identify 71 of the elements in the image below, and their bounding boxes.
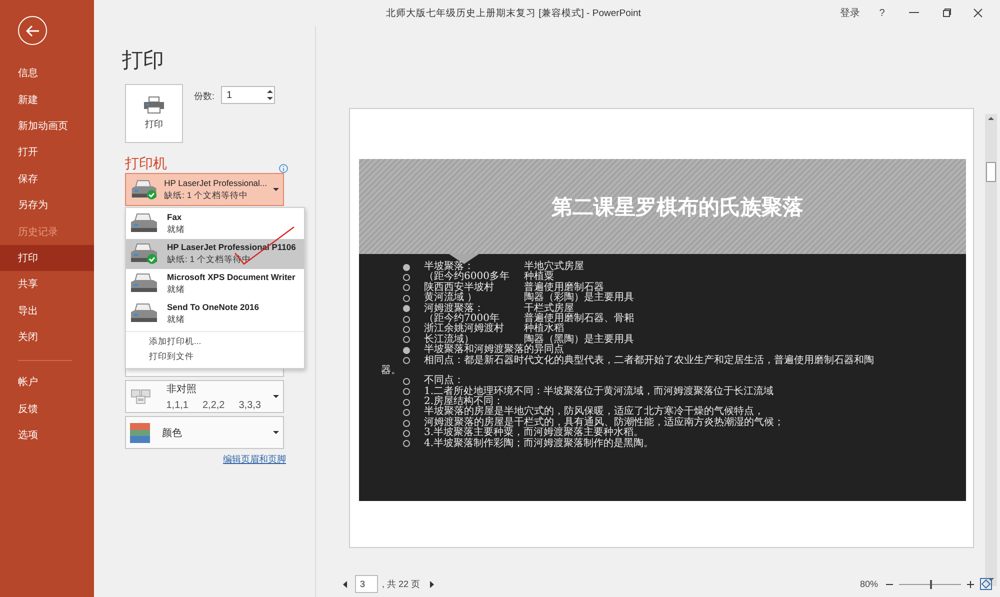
sidebar-item[interactable]: 打印	[0, 244, 94, 272]
slide-text: 半地穴式房屋	[524, 262, 584, 272]
sidebar-item[interactable]: 导出	[0, 298, 94, 324]
back-button[interactable]	[18, 16, 47, 45]
fit-page-icon[interactable]	[980, 578, 992, 590]
slide-text: （距今约7000年	[424, 314, 500, 324]
slide-text: 器。	[381, 366, 401, 376]
slide-text: 黄河流域 ）	[424, 293, 478, 304]
printer-icon	[143, 96, 165, 114]
scrollbar-thumb[interactable]	[986, 162, 996, 182]
print-button[interactable]: 打印	[125, 84, 183, 143]
sidebar-item[interactable]: 关闭	[0, 324, 94, 350]
printer-dropdown[interactable]: HP LaserJet Professional... 缺纸: 1 个文档等待中	[125, 173, 284, 206]
slide-text: 陶器（黑陶）是主要用具	[524, 334, 634, 345]
zoom-in-icon[interactable]	[967, 580, 974, 588]
sidebar-item[interactable]: 帐户	[0, 369, 94, 396]
scroll-up-icon[interactable]	[987, 114, 995, 122]
printer-menu-item[interactable]: Microsoft XPS Document Writer 就绪	[126, 269, 304, 299]
vertical-scrollbar[interactable]	[985, 114, 997, 586]
info-icon	[279, 164, 288, 173]
previous-page-button[interactable]	[341, 579, 349, 589]
slide-text: 3.半坡聚落主要种粟，而河姆渡聚落主要种水稻。	[424, 428, 644, 438]
printer-menu-item[interactable]: Send To OneNote 2016 就绪	[126, 299, 304, 329]
slide-text: 河姆渡聚落的房屋是干栏式的，具有通风、防潮性能，适应南方炎热潮湿的气候；	[424, 418, 784, 428]
slide-text: 干栏式房屋	[524, 304, 574, 314]
menu-action[interactable]: 添加打印机...	[126, 334, 202, 349]
sidebar-item[interactable]: 另存为	[0, 192, 94, 218]
collate-dropdown[interactable]: 非对照 1,1,1 2,2,2 3,3,3	[125, 380, 284, 413]
slide-text: 浙江余姚河姆渡村	[424, 324, 505, 334]
next-page-button[interactable]	[428, 579, 436, 589]
sidebar-item[interactable]: 信息	[0, 60, 94, 86]
slide-text: 相同点：都是新石器时代文化的典型代表，二者都开始了农业生产和定居生活，普遍使用磨制石器和陶	[424, 356, 874, 366]
copies-spinner[interactable]: 1	[220, 86, 275, 104]
help-button[interactable]: ?	[866, 8, 898, 18]
slide-text: 普遍使用磨制石器	[524, 282, 604, 293]
copies-label: 份数:	[194, 90, 215, 103]
back-arrow-icon	[26, 24, 40, 36]
slide-text: 种植水稻	[524, 324, 564, 334]
printer-heading: 打印机	[125, 155, 167, 173]
color-swatch-icon	[130, 422, 150, 442]
slide-text: 1.二者所处地理环境不同：半坡聚落位于黄河流域，而河姆渡聚落位于长江流域	[424, 386, 774, 397]
slide-text: 陶器（彩陶）是主要用具	[524, 293, 634, 304]
page-number-field[interactable]: 3	[355, 575, 378, 593]
header-footer-link[interactable]: 编辑页眉和页脚	[223, 453, 315, 466]
sidebar-item[interactable]: 选项	[0, 422, 94, 448]
slide-text: 普遍使用磨制石器、骨耜	[524, 314, 634, 324]
slide-text: 长江流域）	[424, 334, 474, 345]
sidebar-item[interactable]: 新加动画页	[0, 112, 94, 140]
slide-text: 半坡聚落：	[424, 262, 474, 272]
slide-text: 种植粟	[524, 272, 554, 282]
sidebar-item[interactable]: 共享	[0, 271, 94, 298]
menu-action[interactable]: 打印到文件	[126, 349, 194, 364]
window-title: 北师大版七年级历史上册期末复习 [兼容模式] - PowerPoint	[386, 7, 641, 20]
slide-text: 4.半坡聚落制作彩陶；而河姆渡聚落制作的是黑陶。	[424, 438, 654, 450]
sidebar-item[interactable]: 打开	[0, 139, 94, 166]
sidebar-item[interactable]: 保存	[0, 166, 94, 192]
page-heading: 打印	[122, 48, 165, 74]
zoom-level: 80%	[860, 579, 878, 589]
sidebar-item[interactable]: 反馈	[0, 396, 94, 422]
slide-text: 不同点：	[424, 376, 464, 386]
printer-menu-item[interactable]: Fax 就绪	[126, 209, 304, 239]
slide-text: 陕西西安半坡村	[424, 282, 495, 293]
slide-text: 半坡聚落和河姆渡聚落的异同点	[424, 345, 564, 356]
sign-in-button[interactable]: 登录	[834, 6, 866, 20]
slide-text: （距今约6000多年	[424, 272, 510, 282]
sidebar-item[interactable]: 新建	[0, 86, 94, 113]
slide-text: 河姆渡聚落：	[424, 304, 484, 314]
page-total: , 共 22 页	[382, 578, 420, 590]
slide-text: 半坡聚落的房屋是半地穴式的，防风保暖，适应了北方寒冷干燥的气候特点，	[424, 407, 764, 418]
color-dropdown[interactable]: 颜色	[125, 416, 284, 449]
slide-title: 第二课星罗棋布的氏族聚落	[552, 192, 804, 220]
